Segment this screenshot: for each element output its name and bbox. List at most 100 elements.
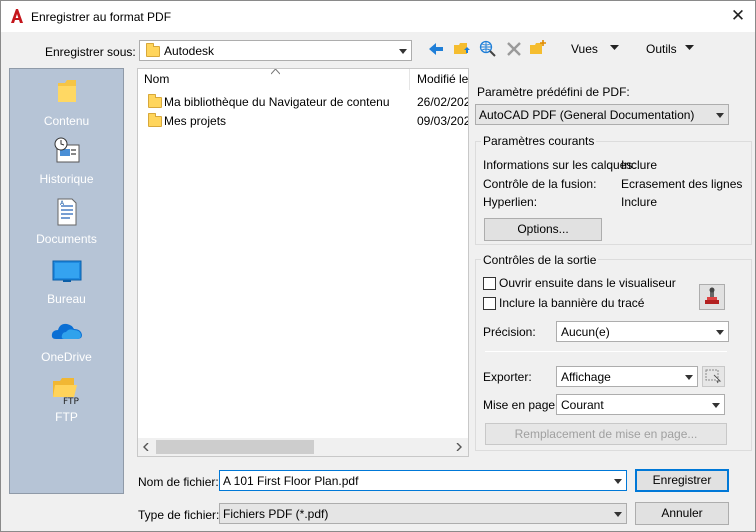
page-setup-override-button[interactable]: Remplacement de mise en page... (485, 423, 727, 445)
chevron-down-icon (712, 402, 720, 408)
sidebar-item-label: Documents (36, 232, 97, 246)
sidebar-item-onedrive[interactable]: OneDrive (10, 319, 123, 364)
delete-icon[interactable] (505, 40, 523, 58)
horizontal-scrollbar[interactable] (138, 438, 468, 456)
export-label: Exporter: (483, 370, 532, 384)
file-modified: 26/02/202 (417, 95, 468, 109)
scrollbar-thumb[interactable] (156, 440, 314, 454)
filetype-select[interactable]: Fichiers PDF (*.pdf) (219, 503, 627, 524)
column-label: Modifié le (417, 72, 468, 86)
layer-info-label: Informations sur les calques: (483, 158, 636, 172)
views-menu[interactable]: Vues (571, 42, 598, 56)
file-list: Nom Modifié le Ma bibliothèque du Naviga… (137, 68, 469, 457)
scroll-left-icon[interactable] (143, 443, 149, 451)
folder-icon (146, 43, 160, 57)
sidebar-item-bureau[interactable]: Bureau (10, 259, 123, 306)
folder-icon (57, 80, 76, 102)
folder-icon (148, 94, 162, 108)
autocad-logo-icon (11, 9, 23, 23)
sidebar-item-label: Historique (39, 172, 94, 186)
chevron-down-icon (614, 511, 622, 517)
search-web-icon[interactable] (479, 40, 497, 58)
divider (485, 351, 727, 352)
filetype-label: Type de fichier: (138, 508, 220, 522)
sidebar-item-historique[interactable]: Historique (10, 137, 123, 186)
save-button[interactable]: Enregistrer (635, 469, 729, 492)
export-select[interactable]: Affichage (556, 366, 698, 387)
select-window-icon (705, 369, 722, 384)
open-in-viewer-label: Ouvrir ensuite dans le visualiseur (499, 276, 676, 290)
title-bar: Enregistrer au format PDF ✕ (1, 1, 755, 32)
precision-value: Aucun(e) (561, 325, 610, 339)
sort-ascending-icon (271, 69, 280, 75)
views-label: Vues (571, 42, 598, 56)
chevron-down-icon (716, 329, 724, 335)
open-in-viewer-checkbox[interactable] (483, 277, 496, 290)
page-setup-value: Courant (561, 398, 604, 412)
plot-stamp-button[interactable] (699, 284, 725, 310)
desktop-icon (52, 260, 81, 282)
output-controls-title: Contrôles de la sortie (481, 253, 599, 267)
save-in-label: Enregistrer sous: (45, 45, 136, 59)
pdf-preset-label: Paramètre prédéfini de PDF: (477, 85, 630, 99)
column-label: Nom (144, 72, 170, 86)
sidebar-item-label: Bureau (47, 292, 86, 306)
scroll-right-icon[interactable] (456, 443, 462, 451)
filename-input[interactable]: A 101 First Floor Plan.pdf (219, 470, 627, 491)
views-dropdown-icon[interactable] (610, 45, 619, 51)
pdf-preset-select[interactable]: AutoCAD PDF (General Documentation) (475, 104, 729, 125)
pdf-preset-value: AutoCAD PDF (General Documentation) (479, 108, 695, 122)
new-folder-icon[interactable] (529, 39, 547, 57)
filetype-value: Fichiers PDF (*.pdf) (223, 507, 329, 521)
precision-select[interactable]: Aucun(e) (556, 321, 729, 342)
up-folder-icon[interactable] (453, 39, 471, 57)
tools-dropdown-icon[interactable] (685, 45, 694, 51)
folder-icon (148, 113, 162, 127)
ftp-folder-icon: FTP (52, 378, 79, 407)
back-arrow-icon[interactable] (427, 40, 445, 58)
stamp-icon (705, 287, 719, 304)
file-modified: 09/03/202 (417, 114, 468, 128)
hyperlink-value: Inclure (621, 195, 658, 209)
chevron-down-icon (614, 478, 622, 484)
window-title: Enregistrer au format PDF (31, 10, 172, 24)
merge-control-value: Ecrasement des lignes (621, 177, 743, 191)
file-name: Ma bibliothèque du Navigateur de contenu (164, 95, 390, 109)
chevron-down-icon (716, 112, 724, 118)
current-settings-title: Paramètres courants (481, 134, 597, 148)
tools-label: Outils (646, 42, 677, 56)
save-as-pdf-dialog: Enregistrer au format PDF ✕ Enregistrer … (0, 0, 756, 532)
include-banner-checkbox[interactable] (483, 297, 496, 310)
save-in-combo[interactable]: Autodesk (139, 40, 412, 61)
tools-menu[interactable]: Outils (646, 42, 677, 56)
cancel-button[interactable]: Annuler (635, 502, 729, 525)
include-banner-label: Inclure la bannière du tracé (499, 296, 645, 310)
filename-label: Nom de fichier: (138, 475, 219, 489)
layer-info-value: Inclure (621, 158, 658, 172)
options-button[interactable]: Options... (484, 218, 602, 241)
precision-label: Précision: (483, 325, 536, 339)
onedrive-icon (51, 323, 82, 339)
sidebar-item-label: FTP (55, 410, 78, 424)
page-setup-label: Mise en page: (483, 398, 559, 412)
list-item[interactable]: Mes projets 09/03/202 (138, 112, 468, 131)
merge-control-label: Contrôle de la fusion: (483, 177, 597, 191)
places-sidebar: Contenu Historique A Documents Bureau On… (9, 68, 124, 494)
sidebar-item-documents[interactable]: A Documents (10, 197, 123, 246)
page-setup-select[interactable]: Courant (556, 394, 725, 415)
export-value: Affichage (561, 370, 611, 384)
select-window-button[interactable] (702, 366, 725, 387)
column-header-modified[interactable]: Modifié le (411, 69, 468, 90)
sidebar-item-contenu[interactable]: Contenu (10, 77, 123, 128)
save-in-value: Autodesk (164, 44, 215, 58)
sidebar-item-label: Contenu (43, 114, 90, 128)
chevron-down-icon (685, 374, 693, 380)
close-button[interactable]: ✕ (725, 5, 751, 29)
hyperlink-label: Hyperlien: (483, 195, 538, 209)
filename-value: A 101 First Floor Plan.pdf (223, 474, 359, 488)
chevron-down-icon (399, 48, 407, 54)
sidebar-item-ftp[interactable]: FTP FTP (10, 375, 123, 424)
history-icon (54, 137, 79, 163)
sidebar-item-label: OneDrive (41, 350, 92, 364)
list-item[interactable]: Ma bibliothèque du Navigateur de contenu… (138, 93, 468, 112)
